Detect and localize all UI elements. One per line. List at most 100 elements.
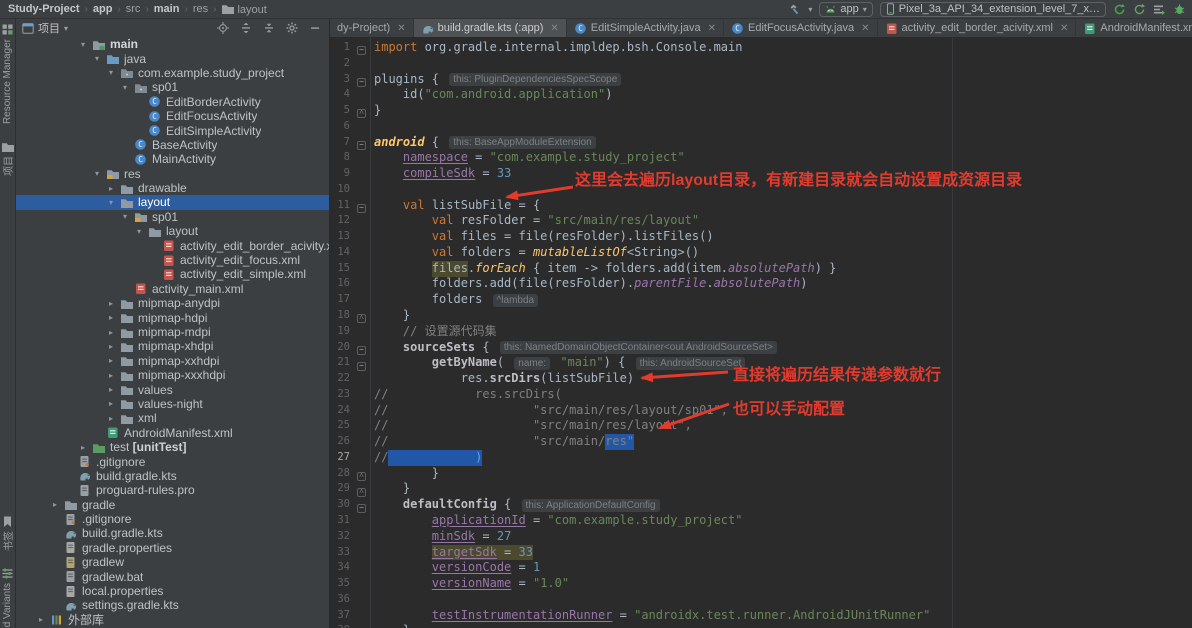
tree-item[interactable]: ▾ sp01 [16, 80, 329, 94]
code-line[interactable]: } [374, 103, 1192, 119]
code-line[interactable]: folders.add(file(resFolder). parentFile. a… [374, 276, 1192, 292]
tree-item[interactable]: local.properties [16, 584, 329, 598]
tree-item[interactable]: ▸ values [16, 382, 329, 397]
code-line[interactable]: // ) [374, 449, 1192, 466]
chevron-down-icon[interactable]: ▾ [76, 40, 90, 49]
code-line[interactable] [374, 592, 1192, 608]
chevron-right-icon[interactable]: ▸ [104, 385, 118, 394]
tree-item[interactable]: gradlew.bat [16, 569, 329, 584]
fold-marker-end-icon[interactable]: ˄ [357, 487, 366, 497]
code-line[interactable]: android { this: BaseAppModuleExtension [374, 135, 1192, 151]
code-area[interactable]: import org.gradle.internal.impldep.bsh.C… [374, 40, 1192, 628]
fold-marker-open-icon[interactable]: − [357, 203, 366, 213]
editor-tab[interactable]: AndroidManifest.xml✕ [1076, 19, 1192, 37]
fold-marker-end-icon[interactable]: ˄ [357, 314, 366, 324]
tab-close-icon[interactable]: ✕ [861, 23, 869, 34]
breadcrumb-item-src[interactable]: src [126, 3, 141, 15]
tree-item[interactable]: ▸ xml [16, 411, 329, 425]
tab-close-icon[interactable]: ✕ [550, 23, 558, 34]
tree-item[interactable]: .gitignore [16, 512, 329, 526]
tree-item[interactable]: settings.gradle.kts [16, 598, 329, 612]
chevron-down-icon[interactable]: ▾ [118, 83, 132, 92]
chevron-down-icon[interactable]: ▾ [104, 198, 118, 207]
tree-item[interactable]: ▸ mipmap-xxhdpi [16, 354, 329, 368]
code-line[interactable]: val resFolder = "src/main/res/layout" [374, 213, 1192, 229]
hide-panel-icon[interactable] [309, 22, 321, 34]
tab-close-icon[interactable]: ✕ [397, 23, 405, 34]
tree-item[interactable]: ▸ gradle [16, 498, 329, 512]
tree-item[interactable]: ▾ java [16, 51, 329, 66]
editor-tab[interactable]: build.gradle.kts (:app) ✕ [413, 19, 567, 37]
chevron-right-icon[interactable]: ▸ [104, 414, 118, 423]
chevron-right-icon[interactable]: ▸ [104, 356, 118, 365]
chevron-down-icon[interactable]: ▾ [90, 169, 104, 178]
tree-item[interactable]: .gitignore [16, 454, 329, 469]
breadcrumb-item-study-project[interactable]: Study-Project [8, 3, 80, 15]
code-line[interactable]: } [374, 623, 1192, 628]
code-line[interactable] [374, 56, 1192, 72]
code-line[interactable]: testInstrumentationRunner = "androidx.te… [374, 608, 1192, 624]
fold-marker-open-icon[interactable]: − [357, 345, 366, 355]
tree-item[interactable]: ▾ res [16, 167, 329, 181]
tree-item[interactable]: gradlew [16, 555, 329, 569]
editor-tab[interactable]: activity_edit_border_acivity.xml ✕ [878, 19, 1077, 37]
code-line[interactable]: } [374, 308, 1192, 324]
profiler-icon[interactable] [1153, 3, 1166, 16]
tree-item[interactable]: gradle.properties [16, 541, 329, 555]
expand-all-icon[interactable] [240, 22, 252, 34]
tree-item[interactable]: ▸ mipmap-xxxhdpi [16, 368, 329, 382]
fold-marker-open-icon[interactable]: − [357, 503, 366, 513]
code-line[interactable]: versionCode = 1 [374, 560, 1192, 576]
tree-item[interactable]: ▸ mipmap-xhdpi [16, 339, 329, 353]
settings-gear-icon[interactable] [286, 22, 298, 34]
code-line[interactable]: import org.gradle.internal.impldep.bsh.C… [374, 40, 1192, 56]
device-select[interactable]: Pixel_3a_API_34_extension_level_7_x… [879, 1, 1106, 17]
chevron-down-icon[interactable]: ▾ [104, 68, 118, 77]
tree-item[interactable]: ▾ com.example.study_project [16, 66, 329, 80]
code-line[interactable]: versionName = "1.0" [374, 576, 1192, 592]
chevron-down-icon[interactable]: ▾ [132, 227, 146, 236]
tree-item[interactable]: ▸ test [unitTest] [16, 440, 329, 454]
chevron-right-icon[interactable]: ▸ [104, 299, 118, 308]
tree-item[interactable]: C BaseActivity [16, 138, 329, 152]
build-hammer-icon[interactable] [788, 3, 801, 16]
run-config-select[interactable]: app ▾ [819, 1, 873, 17]
tree-item[interactable]: C MainActivity [16, 152, 329, 166]
editor-tab[interactable]: dy-Project) ✕ [330, 19, 414, 37]
tree-item[interactable]: ▾ main [16, 37, 329, 51]
code-editor[interactable]: 1 2 3 4 5 6 7 8 9 10 11 12 13 14 15 16 17 18 19 20 21 22 23 24 2… [330, 37, 1192, 628]
editor-tab[interactable]: C EditSimpleActivity.java ✕ [567, 19, 724, 37]
breadcrumb-item-app[interactable]: app [93, 3, 113, 15]
breadcrumb-item-main[interactable]: main [154, 3, 180, 15]
tree-item[interactable]: C EditBorderActivity [16, 95, 329, 109]
tree-item[interactable]: ▾ layout [16, 224, 329, 238]
code-line[interactable]: plugins { this: PluginDependenciesSpecSc… [374, 72, 1192, 88]
code-line[interactable]: } [374, 481, 1192, 497]
tree-item[interactable]: activity_edit_simple.xml [16, 267, 329, 281]
tab-close-icon[interactable]: ✕ [1060, 23, 1068, 34]
tree-item[interactable]: C EditFocusActivity [16, 109, 329, 123]
code-line[interactable]: sourceSets { this: NamedDomainObjectCont… [374, 340, 1192, 356]
code-line[interactable]: // "src/main/res" [374, 434, 1192, 450]
collapse-all-icon[interactable] [263, 22, 275, 34]
tab-close-icon[interactable]: ✕ [708, 23, 716, 34]
chevron-right-icon[interactable]: ▸ [48, 500, 62, 509]
fold-marker-open-icon[interactable]: − [357, 46, 366, 55]
tree-item[interactable]: ▸ mipmap-anydpi [16, 296, 329, 310]
code-line[interactable]: files. forEach { item -> folders.add(item… [374, 260, 1192, 277]
tree-item[interactable]: build.gradle.kts [16, 526, 329, 540]
tree-item[interactable]: ▸ drawable [16, 181, 329, 195]
chevron-right-icon[interactable]: ▸ [76, 443, 90, 452]
chevron-right-icon[interactable]: ▸ [104, 399, 118, 408]
tree-item[interactable]: ▸ mipmap-mdpi [16, 325, 329, 339]
tree-item[interactable]: ▸ mipmap-hdpi [16, 310, 329, 325]
code-line[interactable]: id("com.android.application") [374, 87, 1192, 103]
fold-marker-end-icon[interactable]: ˄ [357, 472, 366, 482]
tree-item[interactable]: ▸ values-night [16, 397, 329, 411]
code-line[interactable] [374, 119, 1192, 135]
tool-window-button-build-variants[interactable]: Build Variants [1, 567, 14, 628]
chevron-right-icon[interactable]: ▸ [104, 342, 118, 351]
tree-item[interactable]: AndroidManifest.xml [16, 426, 329, 440]
code-line[interactable]: folders ^lambda [374, 292, 1192, 308]
code-line[interactable]: // "src/main/res/layout", [374, 418, 1192, 434]
